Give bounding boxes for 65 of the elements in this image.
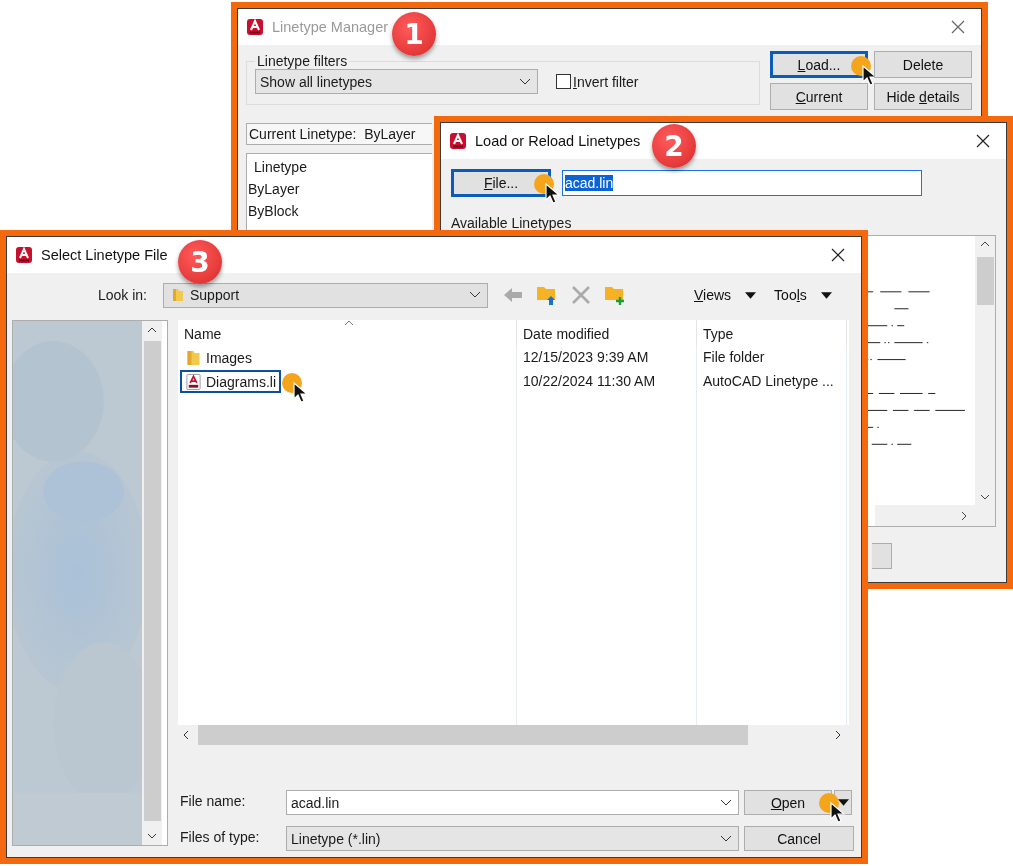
chevron-down-icon xyxy=(720,834,732,843)
caret-icon xyxy=(820,291,832,299)
scroll-down-icon[interactable] xyxy=(980,494,990,500)
list-item[interactable]: ByLayer xyxy=(247,178,432,200)
look-in-dropdown[interactable]: Support xyxy=(163,282,488,308)
window-title: Select Linetype File xyxy=(41,247,168,263)
type-cell: File folder xyxy=(697,346,847,370)
filter-dropdown[interactable]: Show all linetypes xyxy=(255,69,538,94)
file-type-label: Files of type: xyxy=(180,828,261,845)
menu-button[interactable]: Views xyxy=(690,285,761,305)
scroll-up-icon[interactable] xyxy=(980,241,990,247)
horizontal-scrollbar[interactable] xyxy=(875,505,995,526)
date-cell: 12/15/2023 9:39 AM xyxy=(517,346,697,370)
chevron-down-icon xyxy=(519,77,531,86)
file-name-cell[interactable]: Images xyxy=(180,346,257,369)
file-name-cell[interactable]: Diagrams.li xyxy=(180,370,281,393)
list-label: Available Linetypes xyxy=(451,215,573,231)
caret-icon xyxy=(745,291,757,299)
checkbox[interactable] xyxy=(556,74,571,89)
column-header[interactable]: Name xyxy=(178,320,517,346)
scroll-left-icon[interactable] xyxy=(183,730,189,740)
dialog-button[interactable]: Delete xyxy=(874,51,972,78)
column-header[interactable]: Date modified xyxy=(517,320,697,346)
scroll-up-icon[interactable] xyxy=(147,327,157,333)
file-name-field[interactable]: acad.lin xyxy=(286,790,739,815)
new-folder-icon[interactable] xyxy=(604,284,626,306)
scroll-down-icon[interactable] xyxy=(147,833,157,839)
folder-icon xyxy=(170,287,186,303)
column-header[interactable]: Type xyxy=(697,320,847,346)
list-item[interactable]: ByBlock xyxy=(247,200,432,222)
file-type-dropdown[interactable]: Linetype (*.lin) xyxy=(286,826,739,851)
current-linetype-field: Current Linetype: ByLayer xyxy=(246,123,432,145)
linetype-file-icon xyxy=(185,372,202,391)
scroll-right-icon[interactable] xyxy=(835,730,841,740)
vertical-scrollbar[interactable] xyxy=(142,321,162,845)
sort-icon xyxy=(344,320,354,326)
app-icon xyxy=(449,132,467,150)
date-cell: 10/22/2024 11:30 AM xyxy=(517,370,697,394)
dialog-button[interactable]: Hide details xyxy=(874,83,972,110)
column-header[interactable]: Linetype xyxy=(247,154,432,178)
scroll-thumb[interactable] xyxy=(976,257,994,305)
menu-button[interactable]: Tools xyxy=(770,285,836,305)
file-name-label: File name: xyxy=(180,792,247,809)
checkbox-label: Invert filter xyxy=(573,73,639,90)
folder-up-icon[interactable] xyxy=(536,284,558,306)
cancel-button[interactable]: Cancel xyxy=(744,826,854,851)
app-icon xyxy=(15,246,33,264)
window-title: Linetype Manager xyxy=(272,19,389,35)
dialog-button[interactable]: Current xyxy=(770,83,868,110)
app-icon xyxy=(246,18,264,36)
close-icon[interactable] xyxy=(976,134,990,148)
scroll-right-icon[interactable] xyxy=(961,510,967,521)
folder-icon xyxy=(185,348,202,367)
chevron-down-icon xyxy=(720,798,732,807)
vertical-scrollbar[interactable] xyxy=(975,236,995,505)
file-button[interactable]: File... xyxy=(451,169,551,197)
type-cell: AutoCAD Linetype ... xyxy=(697,370,847,394)
file-name-field[interactable]: acad.lin xyxy=(562,170,922,196)
look-in-label: Look in: xyxy=(96,287,148,303)
caret-icon xyxy=(837,799,849,806)
group-label: Linetype filters xyxy=(256,53,349,69)
chevron-down-icon xyxy=(469,291,481,299)
open-button[interactable]: Open xyxy=(744,790,832,815)
window-title: Load or Reload Linetypes xyxy=(475,133,641,149)
close-icon[interactable] xyxy=(831,248,845,262)
